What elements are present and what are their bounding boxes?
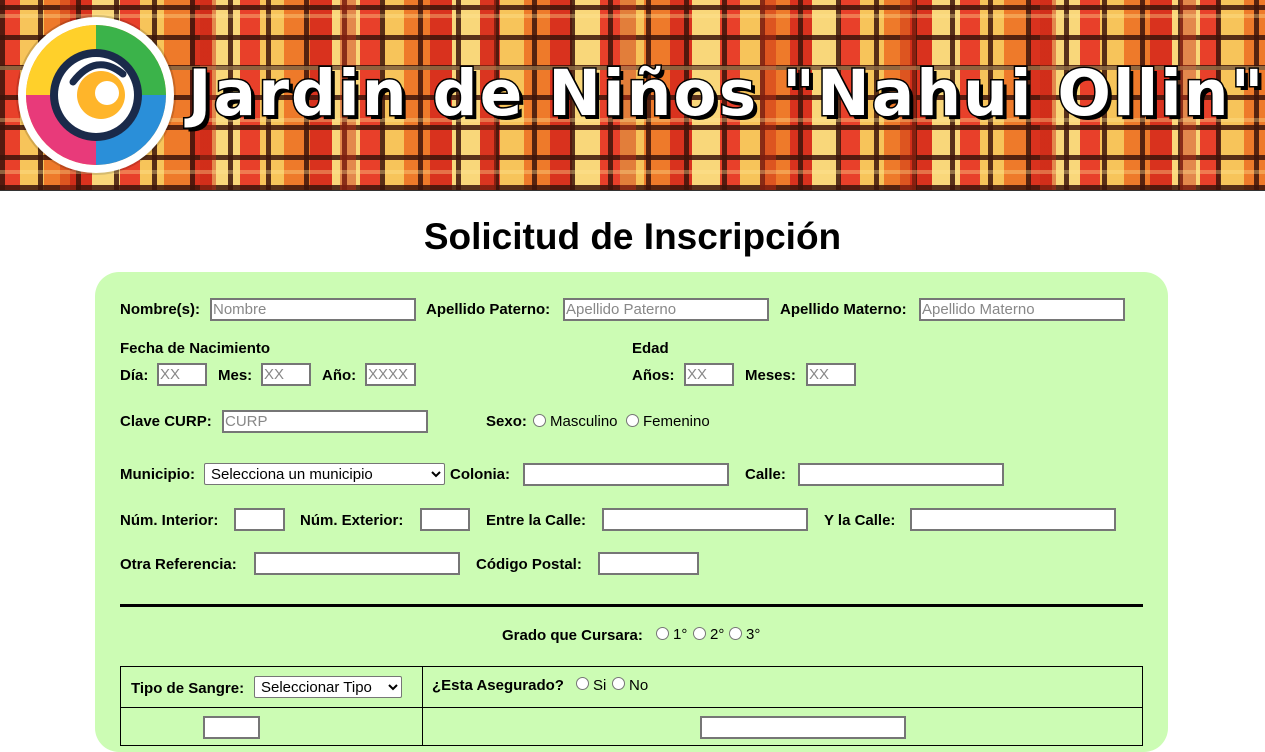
grado-3-radio[interactable] (729, 627, 742, 640)
sexo-label: Sexo: (486, 413, 527, 430)
header-banner: Jardin de Niños "Nahui Ollin" (0, 0, 1265, 191)
swirl-logo-icon (18, 17, 174, 173)
table-row-divider (120, 707, 1143, 708)
apellido-materno-label: Apellido Materno: (780, 301, 907, 318)
asegurado-no-label: No (629, 677, 649, 694)
entre-calle-label: Entre la Calle: (486, 512, 587, 529)
asegurado-si-label: Si (593, 677, 607, 694)
sexo-femenino-radio[interactable] (626, 414, 639, 427)
grado-2-label: 2° (710, 626, 725, 643)
sexo-masculino-label: Masculino (550, 413, 618, 430)
edad-meses-label: Meses: (745, 367, 796, 384)
table-column-divider (422, 666, 423, 746)
calle-input[interactable] (798, 463, 1004, 486)
apellido-paterno-input[interactable] (563, 298, 769, 321)
grado-1-label: 1° (673, 626, 688, 643)
municipio-label: Municipio: (120, 466, 195, 483)
edad-anios-label: Años: (632, 367, 675, 384)
edad-label: Edad (632, 340, 669, 357)
nombre-input[interactable] (210, 298, 416, 321)
anio-label: Año: (322, 367, 357, 384)
asegurado-label: ¿Esta Asegurado? (432, 677, 564, 694)
mes-input[interactable] (261, 363, 311, 386)
num-exterior-input[interactable] (420, 508, 470, 531)
codigo-postal-label: Código Postal: (476, 556, 582, 573)
page-title: Solicitud de Inscripción (423, 216, 842, 257)
asegurado-no-radio[interactable] (612, 677, 625, 690)
edad-meses-input[interactable] (806, 363, 856, 386)
municipio-select[interactable]: Selecciona un municipio (204, 463, 445, 485)
dia-input[interactable] (157, 363, 207, 386)
edad-anios-input[interactable] (684, 363, 734, 386)
sexo-masculino-radio[interactable] (533, 414, 546, 427)
apellido-materno-input[interactable] (919, 298, 1125, 321)
codigo-postal-input[interactable] (598, 552, 699, 575)
curp-input[interactable] (222, 410, 428, 433)
otra-referencia-input[interactable] (254, 552, 460, 575)
num-exterior-label: Núm. Exterior: (300, 512, 404, 529)
asegurado-si-radio[interactable] (576, 677, 589, 690)
school-name-title: Jardin de Niños "Nahui Ollin" (186, 57, 1265, 130)
entre-calle-input[interactable] (602, 508, 808, 531)
otra-referencia-label: Otra Referencia: (120, 556, 237, 573)
next-row-wide-input[interactable] (700, 716, 906, 739)
sexo-femenino-label: Femenino (643, 413, 710, 430)
colonia-input[interactable] (523, 463, 729, 486)
grado-1-radio[interactable] (656, 627, 669, 640)
y-la-calle-input[interactable] (910, 508, 1116, 531)
next-row-small-input[interactable] (203, 716, 260, 739)
anio-input[interactable] (365, 363, 416, 386)
fecha-nacimiento-label: Fecha de Nacimiento (120, 340, 271, 357)
grado-2-radio[interactable] (693, 627, 706, 640)
grado-3-label: 3° (746, 626, 761, 643)
num-interior-input[interactable] (234, 508, 285, 531)
grado-label: Grado que Cursara: (502, 627, 643, 644)
apellido-paterno-label: Apellido Paterno: (426, 301, 551, 318)
num-interior-label: Núm. Interior: (120, 512, 219, 529)
mes-label: Mes: (218, 367, 253, 384)
nombre-label: Nombre(s): (120, 301, 201, 318)
colonia-label: Colonia: (450, 466, 510, 483)
tipo-sangre-label: Tipo de Sangre: (131, 680, 245, 697)
dia-label: Día: (120, 367, 149, 384)
tipo-sangre-select[interactable]: Seleccionar Tipo (254, 676, 402, 698)
y-la-calle-label: Y la Calle: (824, 512, 896, 529)
curp-label: Clave CURP: (120, 413, 212, 430)
section-divider (120, 604, 1143, 607)
calle-label: Calle: (745, 466, 786, 483)
